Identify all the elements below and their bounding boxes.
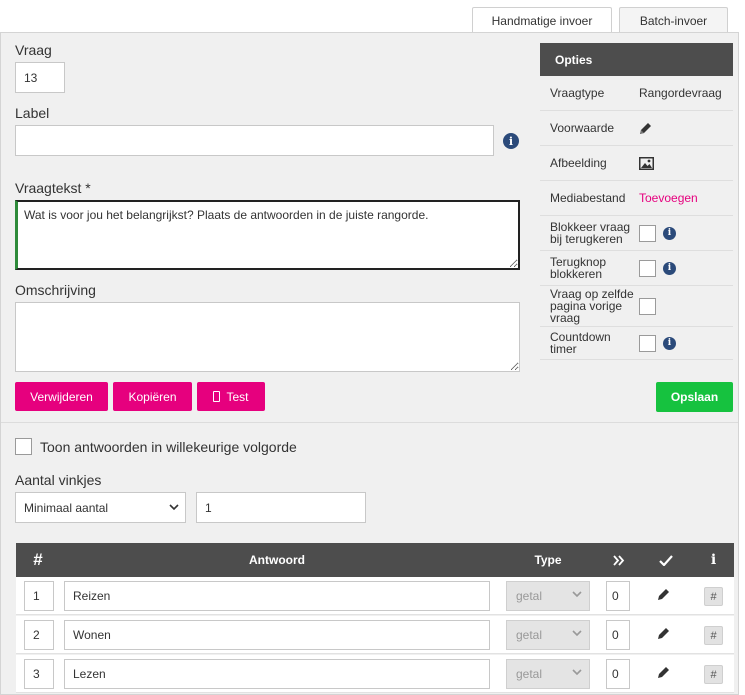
count-value-input[interactable] [196, 492, 366, 523]
chevron-down-icon [572, 630, 582, 637]
pencil-icon[interactable] [639, 122, 652, 135]
copy-button[interactable]: Kopiëren [113, 382, 192, 411]
option-question-type: Vraagtype Rangordevraag [540, 76, 733, 111]
chevron-down-icon [572, 591, 582, 598]
answer-value-input[interactable] [606, 581, 630, 611]
options-title: Opties [540, 43, 733, 76]
question-text-label: Vraagtekst * [15, 180, 91, 196]
header-type: Type [534, 553, 562, 567]
label-label: Label [15, 105, 50, 121]
description-area[interactable] [15, 302, 520, 372]
countdown-timer-checkbox[interactable] [639, 334, 656, 352]
answer-text-input[interactable] [64, 581, 490, 611]
pencil-icon[interactable] [657, 588, 670, 601]
countdown-timer-info-icon[interactable]: i [663, 336, 676, 350]
answer-text-input[interactable] [64, 620, 490, 650]
tab-manual-input[interactable]: Handmatige invoer [472, 7, 612, 34]
question-text-area[interactable]: Wat is voor jou het belangrijkst? Plaats… [15, 200, 520, 270]
question-number-input[interactable] [15, 62, 65, 93]
options-box: Opties Vraagtype Rangordevraag Voorwaard… [540, 43, 733, 360]
option-block-back-button: Terugknop blokkeren i [540, 251, 733, 286]
table-row: getal # [16, 616, 734, 654]
section-divider [1, 422, 738, 423]
answer-type-select: getal [506, 620, 590, 650]
condition-edit[interactable] [639, 122, 652, 135]
answer-code-button[interactable]: # [704, 626, 723, 645]
mobile-icon [213, 391, 221, 402]
block-on-return-info-icon[interactable]: i [663, 226, 676, 240]
answer-code-button[interactable]: # [704, 587, 723, 606]
answer-number-input[interactable] [24, 620, 54, 650]
tab-bar: Handmatige invoer Batch-invoer [0, 7, 745, 34]
option-countdown-timer: Countdown timer i [540, 327, 733, 360]
answer-text-input[interactable] [64, 659, 490, 689]
answer-type-select: getal [506, 659, 590, 689]
count-mode-select[interactable]: Minimaal aantal [15, 492, 186, 523]
block-on-return-checkbox[interactable] [639, 224, 656, 242]
block-back-button-checkbox[interactable] [639, 259, 656, 277]
option-block-on-return: Blokkeer vraag bij terugkeren i [540, 216, 733, 251]
answer-type-select: getal [506, 581, 590, 611]
save-button[interactable]: Opslaan [656, 382, 733, 412]
chevron-down-icon [572, 669, 582, 676]
option-media-file: Mediabestand Toevoegen [540, 181, 733, 216]
delete-button[interactable]: Verwijderen [15, 382, 108, 411]
option-condition: Voorwaarde [540, 111, 733, 146]
tab-batch-input[interactable]: Batch-invoer [619, 7, 728, 33]
test-button[interactable]: Test [197, 382, 265, 411]
image-icon[interactable] [639, 156, 654, 170]
chevron-down-icon [169, 504, 179, 511]
same-page-checkbox[interactable] [639, 297, 656, 315]
description-label: Omschrijving [15, 282, 96, 298]
option-same-page: Vraag op zelfde pagina vorige vraag [540, 286, 733, 327]
double-chevron-right-icon [601, 543, 636, 577]
answer-code-button[interactable]: # [704, 665, 723, 684]
option-image: Afbeelding [540, 146, 733, 181]
question-type-value: Rangordevraag [639, 86, 722, 100]
question-number-label: Vraag [15, 42, 52, 58]
pencil-icon[interactable] [657, 666, 670, 679]
header-answer: Antwoord [249, 553, 305, 567]
answers-table-header: # Antwoord Type i [16, 543, 734, 577]
answer-value-input[interactable] [606, 659, 630, 689]
answer-number-input[interactable] [24, 659, 54, 689]
count-label: Aantal vinkjes [15, 472, 102, 488]
pencil-icon[interactable] [657, 627, 670, 640]
table-row: getal # [16, 655, 734, 693]
info-icon: i [710, 552, 717, 568]
table-row: getal # [16, 577, 734, 615]
answer-number-input[interactable] [24, 581, 54, 611]
random-order-label: Toon antwoorden in willekeurige volgorde [40, 439, 297, 455]
random-order-checkbox[interactable] [15, 438, 32, 455]
label-input[interactable] [15, 125, 494, 156]
header-number: # [33, 550, 43, 569]
test-button-label: Test [226, 389, 249, 404]
question-editor-panel: Vraag Label i Vraagtekst * Wat is voor j… [0, 32, 739, 695]
label-info-icon[interactable]: i [503, 133, 519, 149]
answer-value-input[interactable] [606, 620, 630, 650]
checkmark-icon [648, 543, 683, 577]
media-add-link[interactable]: Toevoegen [639, 191, 698, 205]
block-back-button-info-icon[interactable]: i [663, 261, 676, 275]
image-add[interactable] [639, 156, 654, 170]
